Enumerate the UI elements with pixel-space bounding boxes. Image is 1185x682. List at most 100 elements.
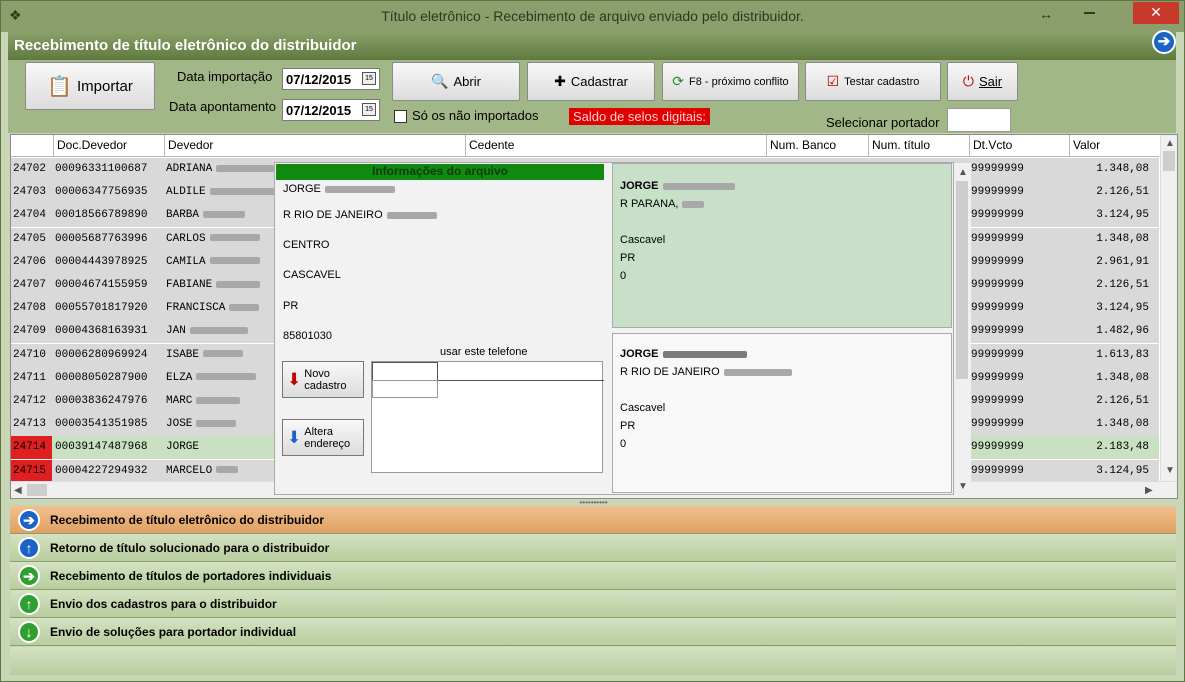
telefone-cell[interactable]: [438, 362, 604, 381]
nav-item[interactable]: ↑ Envio dos cadastros para o distribuidor: [10, 590, 1176, 618]
main-window: ❖ Título eletrônico - Recebimento de arq…: [0, 0, 1185, 682]
window-title: Título eletrônico - Recebimento de arqui…: [381, 8, 804, 24]
addr1-nome: JORGE: [620, 180, 951, 198]
novo-cadastro-label: Novo cadastro: [304, 367, 347, 392]
address-card-1[interactable]: JORGE R PARANA, Cascavel PR 0: [612, 163, 952, 328]
info-panel: Informações do arquivo JORGE R RIO DE JA…: [274, 162, 971, 496]
nav-item[interactable]: ↓ Envio de soluções para portador individ…: [10, 618, 1176, 646]
telefone-cell[interactable]: [372, 380, 438, 398]
info-bairro: CENTRO: [283, 239, 330, 251]
dt-vcto-cell: 99999999: [971, 418, 1031, 430]
redacted-block: [216, 280, 261, 288]
scroll-up-icon[interactable]: ▲: [958, 167, 968, 178]
scroll-down-icon[interactable]: ▼: [958, 481, 968, 492]
nav-item-label: Retorno de título solucionado para o dis…: [50, 541, 330, 555]
telefone-list[interactable]: [371, 361, 604, 473]
toolbar: 📋 Importar Data importação 07/12/2015 15…: [8, 60, 1176, 133]
altera-endereco-label: Altera endereço: [304, 425, 351, 450]
column-header[interactable]: Devedor: [164, 135, 465, 157]
dt-vcto-cell-text: 99999999: [971, 209, 1024, 222]
title-bar[interactable]: ❖ Título eletrônico - Recebimento de arq…: [1, 1, 1184, 32]
proximo-conflito-button[interactable]: ⟳ F8 - próximo conflito: [662, 62, 799, 101]
doc-devedor-cell-text: 00039147487968: [55, 441, 148, 454]
arrow-right-icon[interactable]: ➔: [1152, 30, 1176, 54]
addr2-num: 0: [620, 438, 627, 450]
addr2-nome-text: JORGE: [620, 348, 659, 360]
devedor-cell: FRANCISCA: [166, 302, 276, 314]
valor-cell: 1.348,08: [1071, 233, 1149, 245]
devedor-cell-text: BARBA: [166, 209, 200, 222]
testar-cadastro-button[interactable]: ☑ Testar cadastro: [805, 62, 941, 101]
data-apontamento-field[interactable]: 07/12/2015 15: [282, 99, 380, 121]
devedor-cell: CARLOS: [166, 233, 276, 245]
column-header[interactable]: Cedente: [465, 135, 766, 157]
so-nao-importados-checkbox[interactable]: [394, 110, 407, 123]
nav-item-label: Recebimento de título eletrônico do dist…: [50, 513, 325, 527]
redacted-block: [203, 350, 244, 358]
devedor-cell-text: JAN: [166, 325, 186, 338]
arrow-right-icon: ➔: [18, 509, 40, 531]
scroll-down-icon[interactable]: ▼: [1165, 465, 1175, 476]
dt-vcto-cell-text: 99999999: [971, 418, 1024, 431]
vertical-scrollbar[interactable]: ▲ ▼: [1160, 135, 1177, 481]
devedor-cell: ISABE: [166, 349, 276, 361]
minimize-button[interactable]: [1084, 12, 1095, 14]
address-card-2[interactable]: JORGE R RIO DE JANEIRO Cascavel PR 0: [612, 333, 952, 493]
redacted-block: [216, 164, 275, 172]
portador-field[interactable]: [947, 108, 1011, 132]
dt-vcto-cell-text: 99999999: [971, 279, 1024, 291]
doc-devedor-cell: 00006280969924: [55, 349, 155, 361]
telefone-cell[interactable]: [372, 362, 438, 381]
dt-vcto-cell: 99999999: [971, 441, 1031, 453]
nav-item[interactable]: ➔ Recebimento de títulos de portadores in…: [10, 562, 1176, 590]
dt-vcto-cell-text: 99999999: [971, 348, 1024, 361]
devedor-cell: JOSE: [166, 418, 276, 430]
scroll-thumb[interactable]: [27, 484, 47, 496]
doc-devedor-cell-text: 00003541351985: [55, 418, 148, 431]
doc-devedor-cell-text: 00008050287900: [55, 371, 148, 384]
close-button[interactable]: ✕: [1133, 2, 1179, 24]
saldo-selos-label: Saldo de selos digitais:: [569, 108, 710, 125]
arrow-down-icon: ↓: [18, 621, 40, 643]
addr1-num: 0: [620, 270, 627, 282]
column-header[interactable]: Valor: [1069, 135, 1159, 157]
cadastrar-button[interactable]: ✚ Cadastrar: [527, 62, 655, 101]
row-id-cell: 24709: [11, 320, 52, 343]
redacted-block: [682, 200, 705, 208]
scroll-up-icon[interactable]: ▲: [1165, 138, 1175, 149]
column-header[interactable]: Num. título: [868, 135, 969, 157]
altera-endereco-button[interactable]: ⬇ Altera endereço: [282, 419, 364, 456]
nav-item[interactable]: ➔ Recebimento de título eletrônico do dis…: [10, 506, 1176, 534]
column-header[interactable]: Num. Banco: [766, 135, 868, 157]
column-header[interactable]: Doc.Devedor: [53, 135, 164, 157]
dt-vcto-cell-text: 99999999: [971, 371, 1024, 384]
doc-devedor-cell: 00039147487968: [55, 441, 155, 453]
scroll-thumb[interactable]: [1163, 151, 1175, 171]
devedor-cell-text: ISABE: [166, 348, 200, 361]
row-id-cell-text: 24713: [13, 418, 47, 431]
section-title: Recebimento de título eletrônico do dist…: [14, 37, 357, 54]
valor-cell-text: 2.961,91: [1096, 255, 1149, 268]
sair-button[interactable]: ⏻ Sair: [947, 62, 1018, 101]
importar-button[interactable]: 📋 Importar: [25, 62, 155, 110]
scroll-left-icon[interactable]: ◀: [14, 485, 22, 496]
dt-vcto-cell: 99999999: [971, 279, 1031, 291]
column-header[interactable]: Dt.Vcto: [969, 135, 1069, 157]
novo-cadastro-button[interactable]: ⬇ Novo cadastro: [282, 361, 364, 398]
vertical-scrollbar[interactable]: ▲ ▼: [954, 163, 971, 496]
devedor-cell-text: CARLOS: [166, 232, 206, 245]
nav-item-label: Envio de soluções para portador individu…: [50, 625, 297, 639]
add-icon: ✚: [554, 73, 566, 89]
data-importacao-field[interactable]: 07/12/2015 15: [282, 68, 380, 90]
redacted-block: [196, 396, 241, 404]
calendar-icon[interactable]: 15: [362, 72, 376, 85]
resize-icon[interactable]: ↔: [1039, 6, 1053, 22]
abrir-button[interactable]: 🔍 Abrir: [392, 62, 520, 101]
info-endereco-text: R RIO DE JANEIRO: [283, 209, 383, 221]
nav-item[interactable]: ↑ Retorno de título solucionado para o di…: [10, 534, 1176, 562]
scroll-thumb[interactable]: [956, 181, 968, 379]
scroll-right-icon[interactable]: ▶: [1145, 485, 1153, 496]
cadastrar-label: Cadastrar: [570, 74, 628, 89]
row-id-cell: 24705: [11, 228, 52, 251]
calendar-icon[interactable]: 15: [362, 103, 376, 116]
